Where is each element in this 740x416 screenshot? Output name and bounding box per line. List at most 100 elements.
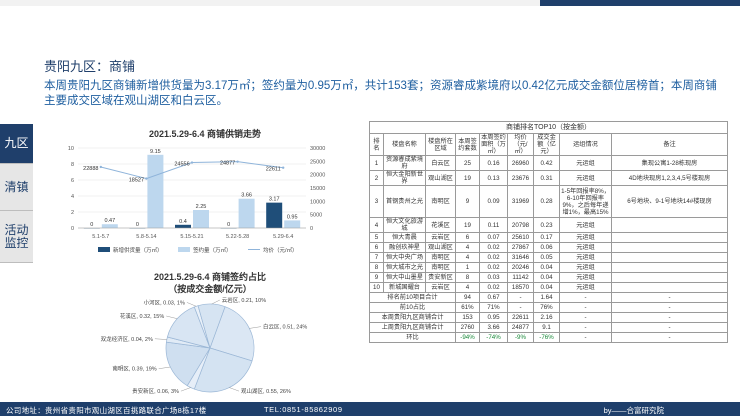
table-header-cell: 均价（元/㎡） [507,133,534,156]
table-cell: 19 [455,217,480,233]
table-cell: 前10占比 [369,302,456,313]
table-cell: 18570 [507,282,534,293]
table-cell: 2.16 [533,312,560,323]
pie-slice-label: 白云区, 0.51, 24% [263,323,307,331]
price-point [145,177,148,180]
pie-leader-line [154,338,167,340]
table-cell: 0.23 [533,217,560,233]
signing-bar [284,220,301,228]
table-header-cell: 楼盘名称 [383,133,426,156]
table-cell: - [559,312,612,323]
price-data-label: 22611 [266,167,281,173]
table-cell: 0.07 [479,232,508,243]
tab-activity-monitor[interactable]: 活动监控 [0,211,33,263]
tab-qingzhen[interactable]: 清镇 [0,164,33,211]
price-data-label: 18527 [129,178,144,184]
table-cell: -76% [533,332,560,343]
table-cell: 4 [455,252,480,263]
table-cell: - [610,312,729,323]
table-header-cell: 备注 [610,133,729,156]
table-cell: 8 [455,272,480,283]
pie-slice-label: 双龙经济区, 0.04, 2% [101,335,153,343]
table-cell: 1 [455,262,480,273]
pie-leader-line [229,387,240,392]
table-cell: 融创玖神星 [383,242,426,253]
table-cell: 0.02 [479,282,508,293]
table-cell: 0.02 [479,252,508,263]
table-header-cell: 成交金额（亿元） [533,133,560,156]
tab-jiuqu[interactable]: 九区 [0,124,33,164]
y-right-tick-label: 10000 [310,199,325,205]
table-cell: 2760 [455,322,480,333]
supply-data-label: 3.17 [269,197,280,203]
table-cell: 20246 [507,262,534,273]
table-cell: 9 [455,185,480,218]
table-cell: 31969 [507,185,534,218]
table-cell: 0.42 [533,155,560,171]
table-cell: 153 [455,312,480,323]
table-cell: 元运组 [559,272,612,283]
x-tick-label: 5.15-5.21 [180,234,203,240]
table-cell: 0.67 [479,292,508,303]
table-cell: 观山湖区 [425,170,456,186]
table-cell: -74% [479,332,508,343]
table-cell: 恒大中山墨星 [383,272,426,283]
table-cell: 0.04 [533,282,560,293]
table-title: 商铺排名TOP10（按金额） [368,121,729,134]
table-cell: 11142 [507,272,534,283]
table-cell: 3 [369,185,384,218]
x-tick-label: 5.22-5.28 [226,234,249,240]
footer-bar: 公司地址：贵州省贵阳市观山湖区百挑路联合广场8栋17楼 TEL:0851-858… [0,402,740,416]
pie-leader-line [186,302,197,307]
table-cell: 71% [479,302,508,313]
table-cell [610,272,729,283]
table-cell: 云岩区 [425,232,456,243]
table-cell: 元运组 [559,242,612,253]
table-summary-row: 环比 -94% -74% -9% -76% - - [369,332,729,343]
table-row: 4 恒大文化旅游城 花溪区 19 0.11 20798 0.23 元运组 [369,217,729,233]
table-cell: 26960 [507,155,534,171]
table-cell: 恒大文化旅游城 [383,217,426,233]
table-cell: 元运组 [559,252,612,263]
y-right-tick-label: 25000 [310,159,325,165]
table-row: 5 恒大青晨 云岩区 6 0.07 25610 0.17 元运组 [369,232,729,243]
table-header-cell: 楼盘所在区域 [425,133,456,156]
table-cell: 2 [369,170,384,186]
table-cell: 25 [455,155,480,171]
table-cell: 20798 [507,217,534,233]
supply-bar [266,202,283,228]
table-row: 2 恒大金阳新世界 观山湖区 19 0.13 23676 0.31 元运组 4D地块现房1,2,… [369,170,729,186]
y-left-tick-label: 2 [71,210,74,216]
signing-data-label: 3.66 [241,193,252,199]
table-cell: 恒大青晨 [383,232,426,243]
y-left-tick-label: 10 [68,146,74,152]
y-right-tick-label: 30000 [310,146,325,152]
legend-swatch-signing [178,247,190,252]
legend-swatch-supply [98,247,110,252]
pie-slice-label: 小河区, 0.03, 1% [144,298,185,306]
price-data-label: 24556 [174,162,189,168]
table-cell: 资源睿成紫境府 [383,155,426,171]
table-summary-row: 前10占比 61% 71% -76% - - [369,302,729,313]
table-cell: 24877 [507,322,534,333]
table-cell: - [559,332,612,343]
table-row: 7 恒大中央广场 南明区 4 0.02 31646 0.05 元运组 [369,252,729,263]
footer-brand: by——合富研究院 [603,406,664,415]
table-cell: 首钢贵州之光 [383,185,426,218]
x-tick-label: 5.29-6.4 [273,234,293,240]
table-cell: 1-5年回报率8%，6-10年回报率9%，之后每年递增1%，最高15% [559,185,612,218]
table-cell: 元运组 [559,217,612,233]
table-cell: 0.06 [533,242,560,253]
table-cell: - [507,292,534,303]
y-left-tick-label: 4 [71,194,74,200]
table-cell: - [559,302,612,313]
supply-sales-chart-title: 2021.5.29-6.4 商铺供销走势 [148,129,262,139]
table-cell [610,217,729,233]
pie-slice-label: 南明区, 0.39, 19% [112,365,156,373]
table-cell: 0.02 [479,242,508,253]
table-cell [610,252,729,263]
table-header-cell: 运组情况 [559,133,612,156]
table-cell: 0.02 [479,262,508,273]
table-cell [610,262,729,273]
table-cell: 3.66 [479,322,508,333]
